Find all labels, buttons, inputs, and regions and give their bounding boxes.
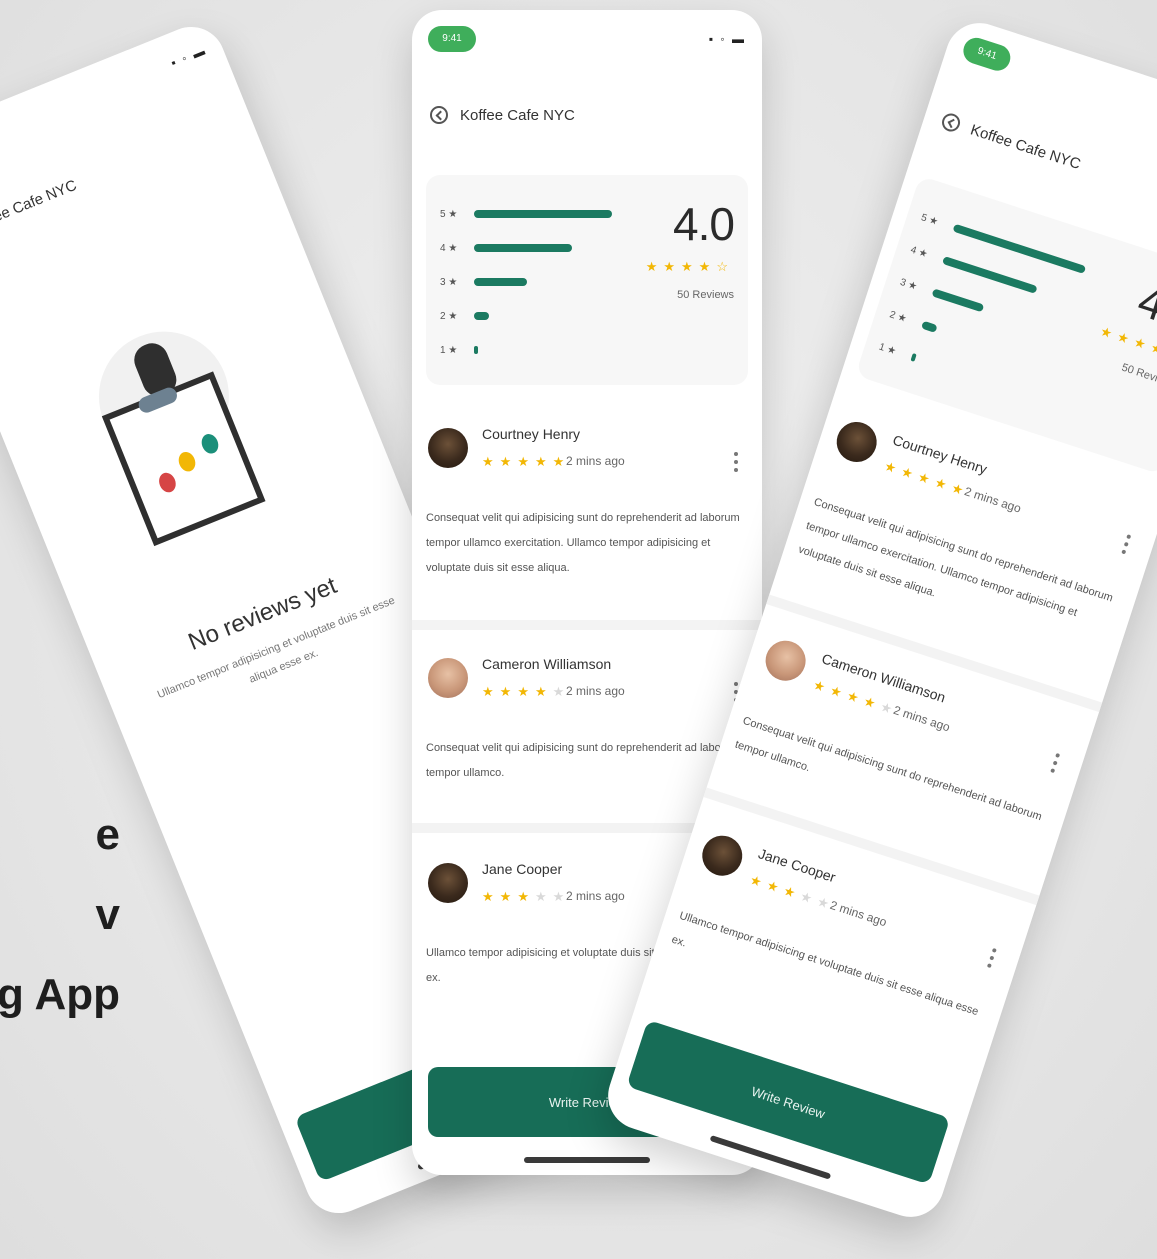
rating-label: 5 ★ [919, 211, 940, 228]
status-time: 9:41 [428, 26, 476, 52]
avatar [428, 428, 468, 468]
rating-row: 2 ★ [440, 299, 640, 333]
review-time: 2 mins ago [566, 889, 625, 903]
avatar [831, 416, 882, 468]
more-options-icon[interactable] [1121, 534, 1132, 555]
rating-label: 1 ★ [877, 341, 898, 357]
rating-label: 4 ★ [909, 244, 930, 260]
header: Koffee Cafe NYC [430, 100, 744, 130]
more-options-icon[interactable] [734, 452, 738, 472]
review-stars: ★★★★★ [482, 454, 571, 469]
reviewer-name: Cameron Williamson [482, 656, 612, 672]
divider [412, 620, 762, 630]
rating-label: 2 ★ [888, 308, 909, 325]
rating-score: 4.0 ★★★★☆ 50 Reviews [645, 197, 735, 301]
review-time: 2 mins ago [566, 454, 625, 468]
review-count: 50 Reviews [1120, 361, 1157, 391]
avatar [428, 658, 468, 698]
rating-bar [910, 353, 917, 362]
review-time: 2 mins ago [962, 484, 1023, 516]
review-time: 2 mins ago [828, 897, 889, 930]
header-title: Koffee Cafe NYC [0, 176, 79, 236]
reviewer-name: Jane Cooper [482, 861, 563, 877]
empty-illustration [61, 301, 322, 600]
avatar [428, 863, 468, 903]
rating-bars: 5 ★ 4 ★ 3 ★ 2 ★ 1 ★ [874, 201, 1117, 424]
header-title: Koffee Cafe NYC [460, 106, 575, 124]
back-icon[interactable] [430, 106, 448, 124]
rating-label: 1 ★ [440, 344, 458, 356]
side-title: e v g App [0, 795, 120, 1035]
more-options-icon[interactable] [1050, 752, 1061, 774]
rating-bar [474, 278, 527, 286]
review-item: Cameron Williamson ★★★★★ 2 mins ago Cons… [426, 650, 748, 820]
rating-row: 5 ★ [440, 197, 640, 231]
yellow-dot [175, 449, 199, 474]
status-bar: 9:41 ▪ ◦ ▬ [428, 26, 746, 54]
rating-bar [474, 244, 572, 252]
avatar [697, 830, 748, 881]
avatar [760, 635, 811, 686]
review-text: Ullamco tempor adipisicing et voluptate … [670, 909, 980, 1019]
review-count: 50 Reviews [677, 289, 734, 301]
red-dot [156, 470, 179, 495]
side-title-line-3: g App [0, 970, 120, 1019]
rating-bar [931, 288, 985, 313]
review-text: Consequat velit qui adipisicing sunt do … [426, 512, 740, 574]
rating-summary: 5 ★ 4 ★ 3 ★ 2 ★ 1 ★ 4.0 ★★★★☆ 50 Reviews [426, 175, 748, 385]
back-icon[interactable] [939, 111, 963, 134]
rating-bar [920, 320, 938, 333]
rating-bar [474, 210, 612, 218]
system-icons: ▪ ◦ ▬ [168, 43, 209, 70]
rating-row: 1 ★ [440, 333, 640, 367]
side-title-line-1: e [95, 810, 120, 859]
more-options-icon[interactable] [986, 947, 997, 969]
review-stars: ★★★★★ [482, 889, 571, 904]
teal-dot [198, 431, 222, 457]
home-indicator [524, 1157, 650, 1163]
score-stars: ★★★★☆ [645, 259, 734, 274]
reviewer-name: Courtney Henry [482, 426, 581, 442]
review-text: Consequat velit qui adipisicing sunt do … [426, 742, 740, 779]
system-icons: ▪ ◦ ▬ [708, 32, 746, 46]
rating-row: 4 ★ [440, 231, 640, 265]
rating-label: 2 ★ [440, 310, 458, 322]
status-time: 9:41 [960, 34, 1014, 75]
rating-label: 3 ★ [898, 276, 919, 293]
review-text: Consequat velit qui adipisicing sunt do … [796, 496, 1115, 620]
rating-label: 4 ★ [440, 242, 458, 254]
side-title-line-2: v [95, 890, 120, 939]
rating-bar [474, 346, 478, 354]
header-title: Koffee Cafe NYC [968, 120, 1083, 173]
review-stars: ★★★★★ [482, 684, 571, 699]
review-time: 2 mins ago [566, 684, 625, 698]
review-time: 2 mins ago [891, 702, 952, 735]
rating-row: 3 ★ [440, 265, 640, 299]
rating-label: 5 ★ [440, 208, 458, 220]
review-item: Courtney Henry ★★★★★ 2 mins ago Consequa… [426, 420, 748, 620]
rating-bars: 5 ★ 4 ★ 3 ★ 2 ★ 1 ★ [440, 197, 640, 367]
rating-label: 3 ★ [440, 276, 458, 288]
review-text: Consequat velit qui adipisicing sunt do … [733, 714, 1044, 824]
score-value: 4.0 [673, 198, 735, 250]
rating-bar [474, 312, 489, 320]
